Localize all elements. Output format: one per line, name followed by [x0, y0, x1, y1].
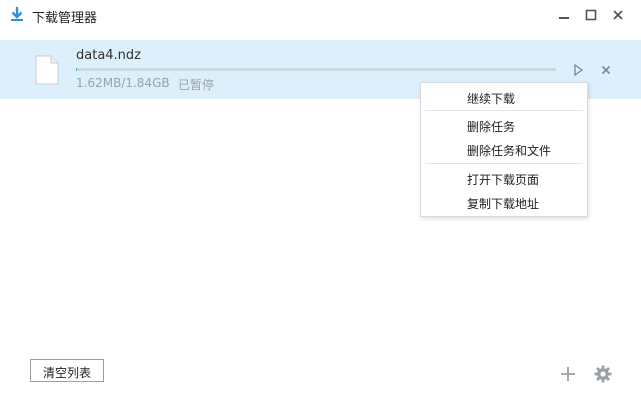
maximize-icon	[585, 9, 597, 21]
play-icon	[574, 63, 584, 77]
gear-icon	[594, 365, 612, 383]
file-name: data4.ndz	[76, 48, 141, 63]
menu-item-label: 复制下载地址	[467, 197, 540, 211]
close-icon	[613, 10, 623, 20]
close-button[interactable]	[609, 6, 627, 24]
resume-button[interactable]	[570, 62, 586, 78]
menu-item-delete-task-and-file[interactable]: 删除任务和文件	[421, 138, 587, 160]
menu-item-label: 删除任务	[467, 120, 516, 134]
remove-button[interactable]	[598, 62, 614, 78]
settings-button[interactable]	[593, 364, 613, 384]
file-icon	[35, 55, 59, 85]
context-menu: 继续下载 删除任务 删除任务和文件 打开下载页面 复制下载地址	[420, 82, 588, 217]
menu-item-open-page[interactable]: 打开下载页面	[421, 167, 587, 189]
clear-list-button[interactable]: 清空列表	[30, 359, 104, 382]
minimize-icon	[559, 17, 569, 19]
menu-item-label: 删除任务和文件	[467, 144, 552, 158]
plus-icon	[561, 367, 575, 381]
status-text: 已暂停	[178, 78, 215, 92]
clear-list-label: 清空列表	[42, 366, 91, 380]
add-task-button[interactable]	[558, 364, 578, 384]
close-icon	[601, 65, 611, 75]
download-icon	[9, 6, 25, 22]
minimize-button[interactable]	[555, 6, 573, 24]
progress-bar	[76, 68, 556, 71]
menu-item-label: 打开下载页面	[467, 173, 540, 187]
file-size: 1.62MB/1.84GB	[76, 76, 170, 90]
menu-item-delete-task[interactable]: 删除任务	[421, 114, 587, 136]
title-bar: 下载管理器	[0, 0, 641, 30]
window-title: 下载管理器	[32, 11, 98, 26]
menu-item-resume[interactable]: 继续下载	[421, 86, 587, 108]
menu-separator	[425, 110, 583, 111]
menu-item-label: 继续下载	[467, 92, 516, 106]
maximize-button[interactable]	[582, 6, 600, 24]
menu-item-copy-url[interactable]: 复制下载地址	[421, 191, 587, 213]
menu-separator	[425, 163, 583, 164]
